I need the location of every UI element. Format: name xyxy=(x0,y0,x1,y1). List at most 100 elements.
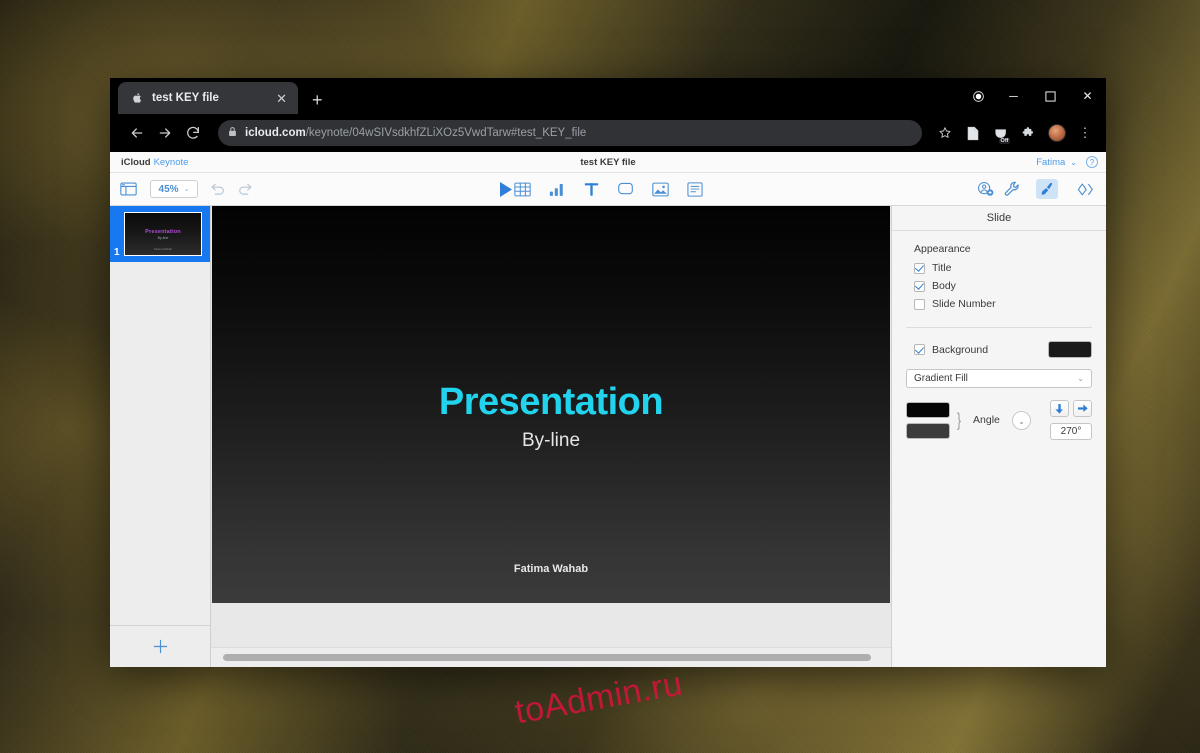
checkbox-body[interactable] xyxy=(914,281,925,292)
gradient-brace-icon: } xyxy=(957,410,961,431)
checkbox-title-label: Title xyxy=(932,262,951,274)
profile-avatar-icon[interactable] xyxy=(1044,120,1070,146)
gradient-flip-buttons xyxy=(1050,400,1092,417)
checkbox-slide-number[interactable] xyxy=(914,299,925,310)
reload-icon[interactable] xyxy=(180,120,206,146)
checkbox-title[interactable] xyxy=(914,263,925,274)
window-controls: ─ ✕ xyxy=(961,78,1106,114)
gradient-stop-1-swatch[interactable] xyxy=(906,402,950,418)
fill-type-select[interactable]: Gradient Fill ⌄ xyxy=(906,369,1092,388)
thumbnail-title: Presentation xyxy=(145,229,181,235)
url-text: icloud.com/keynote/04wSIVsdkhfZLiXOz5Vwd… xyxy=(245,127,586,139)
arrow-down-icon[interactable] xyxy=(1050,400,1069,417)
browser-omnibox-bar: icloud.com/keynote/04wSIVsdkhfZLiXOz5Vwd… xyxy=(110,114,1106,152)
slide-navigator: 1 Presentation By-line Fatima Wahab xyxy=(110,206,211,667)
angle-dial[interactable] xyxy=(1012,411,1031,430)
thumbnail-subtitle: By-line xyxy=(158,236,169,240)
browser-tab-strip: test KEY file ✕ + ─ ✕ xyxy=(110,78,1106,114)
help-icon[interactable]: ? xyxy=(1086,156,1098,168)
watermark: toAdmin.ru xyxy=(512,665,686,733)
slide-thumbnail-1[interactable]: 1 Presentation By-line Fatima Wahab xyxy=(110,206,210,262)
account-area: Fatima ⌄ ? xyxy=(1036,156,1098,168)
fill-type-value: Gradient Fill xyxy=(914,373,968,384)
thumbnail-author: Fatima Wahab xyxy=(154,247,172,251)
minimize-button[interactable]: ─ xyxy=(995,78,1032,114)
url-path: /keynote/04wSIVsdkhfZLiXOz5VwdTarw#test_… xyxy=(306,127,587,139)
apple-logo-icon xyxy=(130,91,144,105)
gradient-stop-swatches xyxy=(906,402,950,439)
inspector-header: Slide xyxy=(892,206,1106,231)
scrollbar-thumb[interactable] xyxy=(223,654,871,661)
checkbox-slide-number-label: Slide Number xyxy=(932,298,996,310)
browser-tab[interactable]: test KEY file ✕ xyxy=(118,82,298,114)
redo-icon[interactable] xyxy=(237,182,254,197)
slide-editor[interactable]: Presentation By-line Fatima Wahab xyxy=(212,206,890,603)
checkbox-row-title[interactable]: Title xyxy=(914,262,1084,274)
checkbox-background[interactable] xyxy=(914,344,925,355)
url-domain: icloud.com xyxy=(245,127,306,139)
browser-window: test KEY file ✕ + ─ ✕ xyxy=(110,78,1106,667)
gradient-controls: } Angle 270° xyxy=(906,400,1092,440)
undo-icon[interactable] xyxy=(209,182,226,197)
checkbox-row-slide-number[interactable]: Slide Number xyxy=(914,298,1084,310)
slide-canvas-area: Presentation By-line Fatima Wahab xyxy=(211,206,891,667)
close-button[interactable]: ✕ xyxy=(1069,78,1106,114)
zoom-dropdown[interactable]: 45% ⌄ xyxy=(150,180,198,198)
adblock-off-icon[interactable]: Off xyxy=(988,120,1014,146)
new-tab-button[interactable]: + xyxy=(312,91,323,109)
angle-value-input[interactable]: 270° xyxy=(1050,423,1092,440)
gradient-angle-controls: 270° xyxy=(1050,400,1092,440)
chart-icon[interactable] xyxy=(549,182,566,197)
wrench-tools-icon[interactable] xyxy=(1004,181,1020,197)
slide-subtitle-text[interactable]: By-line xyxy=(522,430,580,452)
bookmark-star-icon[interactable] xyxy=(932,120,958,146)
slide-author-text[interactable]: Fatima Wahab xyxy=(514,563,588,575)
slide-number: 1 xyxy=(114,247,120,258)
format-paintbrush-icon[interactable] xyxy=(1036,179,1058,199)
appearance-label: Appearance xyxy=(914,243,1084,255)
text-icon[interactable] xyxy=(584,182,599,197)
slide-thumbnail-preview: Presentation By-line Fatima Wahab xyxy=(124,212,202,256)
desktop-wallpaper: toAdmin.ru test KEY file ✕ + ─ xyxy=(0,0,1200,753)
keynote-toolbar: 45% ⌄ xyxy=(110,173,1106,206)
slide-canvas-viewport[interactable]: Presentation By-line Fatima Wahab xyxy=(211,206,891,647)
user-name[interactable]: Fatima xyxy=(1036,157,1065,168)
arrow-left-icon[interactable] xyxy=(124,120,150,146)
search-input[interactable]: icloud.com/keynote/04wSIVsdkhfZLiXOz5Vwd… xyxy=(218,120,922,146)
arrow-right-icon[interactable] xyxy=(1073,400,1092,417)
chrome-menu-icon[interactable]: ⋮ xyxy=(1072,120,1098,146)
checkbox-body-label: Body xyxy=(932,280,956,292)
maximize-button[interactable] xyxy=(1032,78,1069,114)
table-icon[interactable] xyxy=(514,182,531,197)
zoom-value: 45% xyxy=(159,184,179,195)
gradient-stop-2-swatch[interactable] xyxy=(906,423,950,439)
format-inspector-panel: Slide Appearance Title Body xyxy=(891,206,1106,667)
media-image-icon[interactable] xyxy=(652,182,669,197)
chevron-down-icon: ⌄ xyxy=(1077,374,1084,383)
toolbar-collab-group xyxy=(977,181,1020,197)
view-layout-icon[interactable] xyxy=(120,182,137,196)
close-icon[interactable]: ✕ xyxy=(273,90,290,107)
background-toggle[interactable]: Background xyxy=(914,344,988,356)
notes-page-icon[interactable] xyxy=(960,120,986,146)
add-collaborator-icon[interactable] xyxy=(977,181,994,197)
background-row: Background xyxy=(892,328,1106,358)
horizontal-scrollbar[interactable] xyxy=(211,647,891,667)
comment-icon[interactable] xyxy=(687,182,703,197)
slide-title-text[interactable]: Presentation xyxy=(439,381,663,424)
play-icon[interactable] xyxy=(498,181,514,198)
avatar xyxy=(1048,124,1066,142)
checkbox-row-body[interactable]: Body xyxy=(914,280,1084,292)
background-color-swatch[interactable] xyxy=(1048,341,1092,358)
animate-shapes-icon[interactable] xyxy=(1074,179,1096,199)
toolbar-left-group: 45% ⌄ xyxy=(120,180,254,198)
angle-dial-knob xyxy=(1020,422,1023,425)
extensions-puzzle-icon[interactable] xyxy=(1016,120,1042,146)
arrow-right-icon[interactable] xyxy=(152,120,178,146)
profile-dot-icon[interactable] xyxy=(961,78,995,114)
add-slide-button[interactable] xyxy=(110,625,210,667)
keynote-body: 1 Presentation By-line Fatima Wahab xyxy=(110,206,1106,667)
slide-thumbnail-list: 1 Presentation By-line Fatima Wahab xyxy=(110,206,210,625)
chevron-down-icon[interactable]: ⌄ xyxy=(1070,158,1077,167)
shape-icon[interactable] xyxy=(617,181,634,197)
